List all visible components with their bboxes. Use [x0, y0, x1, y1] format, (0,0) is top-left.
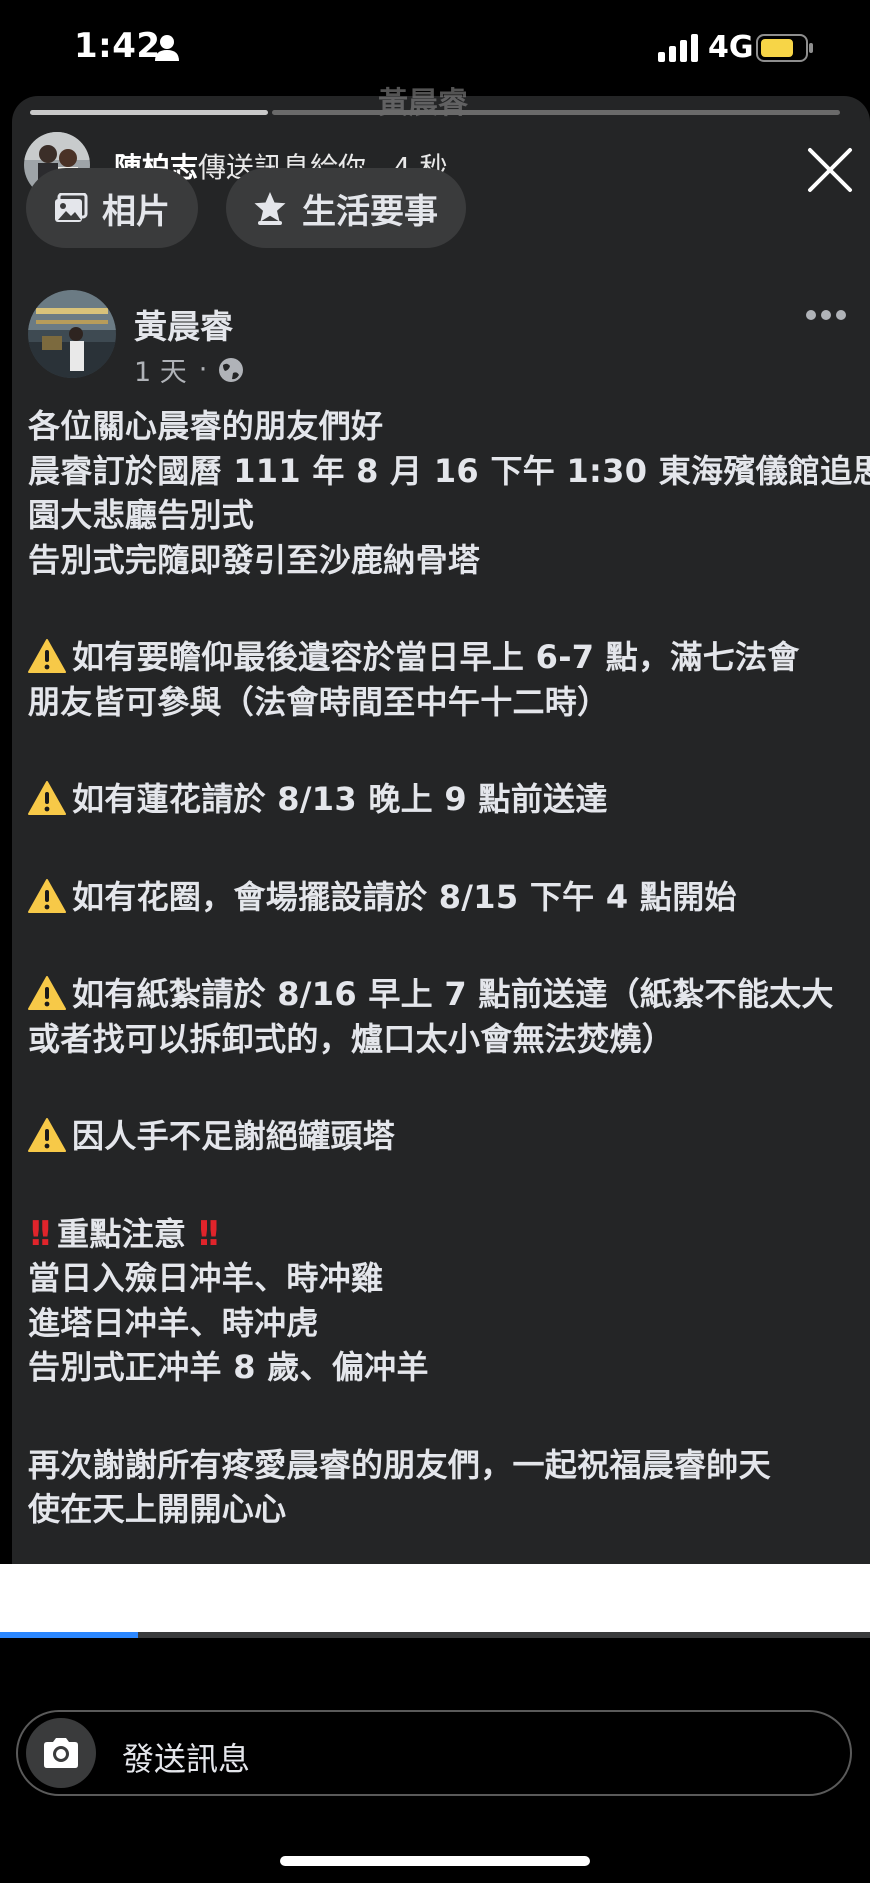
- photos-chip[interactable]: 相片: [26, 168, 198, 248]
- post-line: 使在天上開開心心: [28, 1490, 287, 1528]
- post-line-text: 如有紙紮請於 8/16 早上 7 點前送達（紙紮不能太大: [72, 975, 834, 1013]
- story-progress-segment-1: [30, 110, 268, 115]
- post-paragraph-paper: 如有紙紮請於 8/16 早上 7 點前送達（紙紮不能太大 或者找可以拆卸式的，爐…: [28, 972, 848, 1061]
- post-line: 朋友皆可參與（法會時間至中午十二時）: [28, 682, 610, 721]
- loading-progress-fill: [0, 1632, 138, 1638]
- network-type: 4G: [708, 30, 754, 65]
- post-text: 各位關心晨睿的朋友們好 晨睿訂於國曆 111 年 8 月 16 下午 1:30 …: [28, 404, 870, 1585]
- post-line-text: 如有花圈，會場擺設請於 8/15 下午 4 點開始: [72, 877, 737, 916]
- background-page-title: 黃晨睿: [378, 86, 468, 121]
- post-line: 如有蓮花請於 8/13 晚上 9 點前送達: [28, 777, 848, 822]
- more-options-icon[interactable]: [804, 304, 848, 326]
- post-paragraph-wreath: 如有花圈，會場擺設請於 8/15 下午 4 點開始: [28, 875, 848, 920]
- post-line: 各位關心晨睿的朋友們好: [28, 407, 384, 445]
- post-line: 或者找可以拆卸式的，爐口太小會無法焚燒）: [28, 1019, 675, 1058]
- card-bottom-strip: [0, 1564, 870, 1636]
- post-line-text: 如有要瞻仰最後遺容於當日早上 6-7 點，滿七法會: [72, 638, 800, 676]
- post-timestamp: 1 天 ·: [134, 350, 245, 389]
- post-line: 告別式完隨即發引至沙鹿納骨塔: [28, 540, 481, 579]
- battery-icon: [756, 34, 813, 62]
- warning-icon: [28, 878, 66, 913]
- status-time: 1:42: [74, 26, 161, 66]
- signal-icon: [658, 34, 698, 62]
- camera-button[interactable]: [26, 1718, 96, 1788]
- home-indicator[interactable]: [280, 1856, 590, 1866]
- post-line: 告別式正冲羊 8 歲、偏冲羊: [28, 1348, 429, 1386]
- person-icon: [155, 35, 179, 61]
- life-event-star-icon: [254, 192, 286, 225]
- post-author-avatar[interactable]: [28, 290, 116, 378]
- post-time-text: 1 天: [134, 357, 187, 388]
- life-events-chip-label: 生活要事: [302, 191, 438, 232]
- warning-icon: [28, 781, 66, 815]
- separator-dot: ·: [198, 354, 208, 385]
- post-line: 如有要瞻仰最後遺容於當日早上 6-7 點，滿七法會: [28, 635, 848, 680]
- message-input-placeholder[interactable]: 發送訊息: [122, 1734, 250, 1780]
- post-paragraph-intro: 各位關心晨睿的朋友們好 晨睿訂於國曆 111 年 8 月 16 下午 1:30 …: [28, 404, 870, 582]
- warning-icon: [28, 639, 66, 673]
- post-line: 如有花圈，會場擺設請於 8/15 下午 4 點開始: [28, 875, 848, 920]
- globe-icon: [219, 357, 244, 382]
- photos-icon: [55, 193, 88, 222]
- life-events-chip[interactable]: 生活要事: [226, 168, 466, 248]
- post-author-name[interactable]: 黃晨睿: [134, 300, 233, 348]
- warning-icon: [28, 976, 66, 1010]
- story-progress-segment-2: [272, 110, 840, 115]
- camera-icon: [44, 1738, 78, 1768]
- post-paragraph-can-tower: 因人手不足謝絕罐頭塔: [28, 1114, 848, 1159]
- post-line: !! 重點注意!!: [28, 1212, 848, 1257]
- post-line: 進塔日冲羊、時冲虎: [28, 1303, 319, 1342]
- warning-icon: [28, 1118, 66, 1152]
- post-line-text: 重點注意: [57, 1214, 187, 1253]
- photos-chip-label: 相片: [102, 191, 170, 232]
- post-paragraph-viewing: 如有要瞻仰最後遺容於當日早上 6-7 點，滿七法會 朋友皆可參與（法會時間至中午…: [28, 635, 848, 724]
- post-line: 如有紙紮請於 8/16 早上 7 點前送達（紙紮不能太大: [28, 972, 848, 1017]
- close-icon[interactable]: [798, 138, 862, 202]
- post-line-text: 因人手不足謝絕罐頭塔: [72, 1117, 396, 1155]
- post-line: 晨睿訂於國曆 111 年 8 月 16 下午 1:30 東海殯儀館追思: [28, 451, 870, 490]
- post-paragraph-thanks: 再次謝謝所有疼愛晨睿的朋友們，一起祝福晨睿帥天 使在天上開開心心: [28, 1443, 848, 1532]
- double-exclamation-icon: !!: [196, 1213, 221, 1254]
- post-line: 園大悲廳告別式: [28, 496, 255, 534]
- post-line-text: 如有蓮花請於 8/13 晚上 9 點前送達: [72, 780, 608, 818]
- post-line: 因人手不足謝絕罐頭塔: [28, 1114, 848, 1159]
- post-line: 當日入殮日冲羊、時冲雞: [28, 1259, 384, 1297]
- double-exclamation-icon: !!: [28, 1213, 53, 1254]
- loading-progress-track: [138, 1632, 870, 1638]
- post-paragraph-lotus: 如有蓮花請於 8/13 晚上 9 點前送達: [28, 777, 848, 822]
- post-paragraph-notes: !! 重點注意!! 當日入殮日冲羊、時冲雞 進塔日冲羊、時冲虎 告別式正冲羊 8 …: [28, 1212, 848, 1390]
- post-line: 再次謝謝所有疼愛晨睿的朋友們，一起祝福晨睿帥天: [28, 1445, 771, 1484]
